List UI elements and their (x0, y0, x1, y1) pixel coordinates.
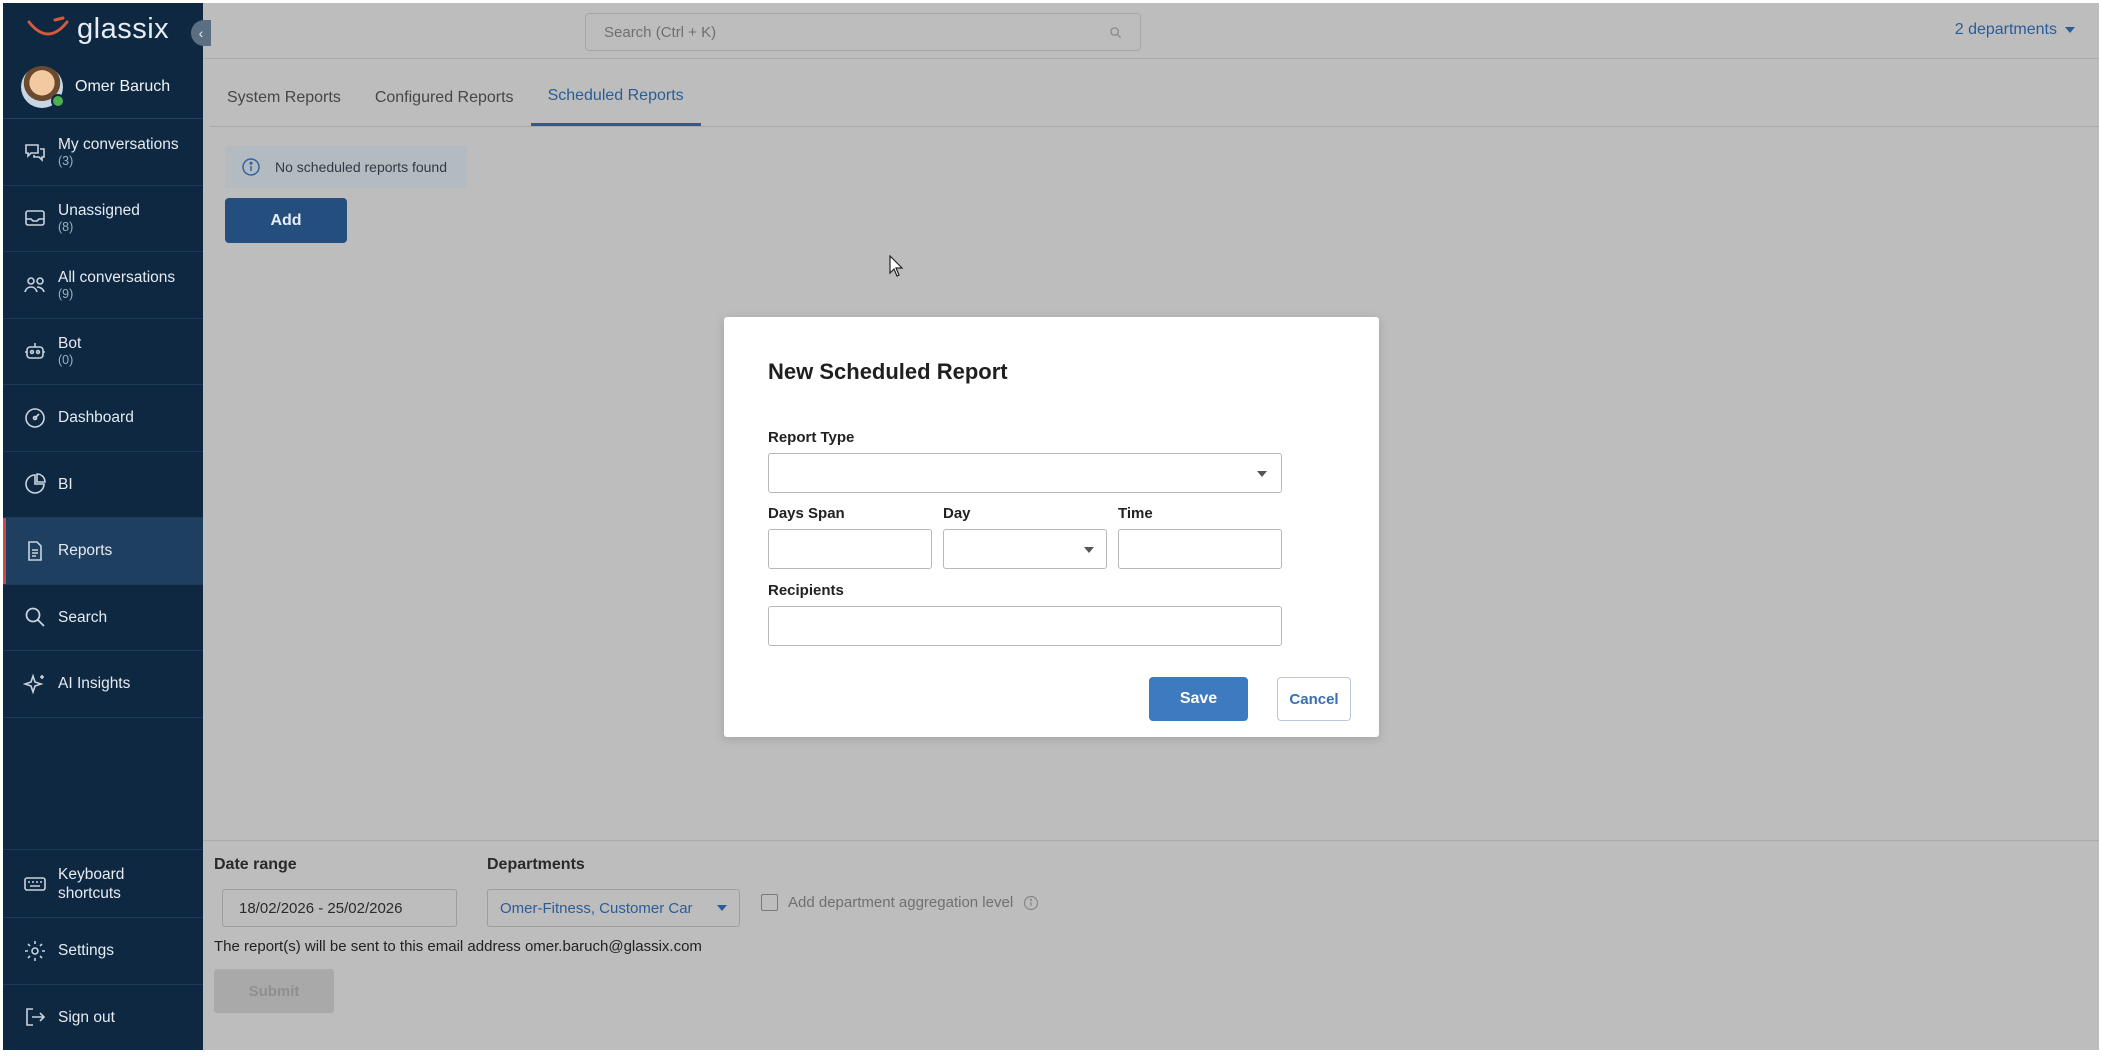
online-status-dot (51, 93, 65, 108)
departments-label: 2 departments (1954, 21, 2057, 38)
new-scheduled-report-dialog: New Scheduled Report Report Type Days Sp… (724, 317, 1379, 737)
sidebar-bottom: Keyboard shortcuts Settings Sign out (3, 849, 203, 1050)
cancel-button[interactable]: Cancel (1277, 677, 1351, 721)
report-tabs: System Reports Configured Reports Schedu… (210, 69, 2099, 127)
no-reports-notice: No scheduled reports found (225, 146, 467, 188)
sidebar: glassix ‹ Omer Baruch My conversations (… (3, 3, 211, 1050)
brand-name: glassix (77, 12, 170, 45)
departments-dropdown[interactable]: 2 departments (1955, 21, 2075, 39)
logo: glassix ‹ (3, 3, 211, 55)
search-icon (25, 607, 45, 627)
time-label: Time (1118, 505, 1153, 522)
search-placeholder: Search (Ctrl + K) (604, 23, 717, 41)
gauge-icon (25, 407, 45, 428)
sidebar-item-label: Keyboard shortcuts (58, 865, 125, 902)
caret-down-icon (2065, 27, 2075, 33)
sidebar-item-search[interactable]: Search (3, 585, 203, 651)
chat-bubbles-icon (25, 143, 45, 162)
global-search-input[interactable]: Search (Ctrl + K) (585, 13, 1141, 51)
sidebar-item-label: Dashboard (58, 409, 134, 427)
sidebar-item-bi[interactable]: BI (3, 452, 203, 518)
sidebar-item-label: AI Insights (58, 675, 131, 693)
tab-configured-reports[interactable]: Configured Reports (358, 69, 531, 126)
people-icon (24, 276, 45, 293)
tab-scheduled-reports[interactable]: Scheduled Reports (530, 69, 701, 126)
avatar (21, 65, 65, 108)
glassix-smile-icon (27, 16, 69, 36)
departments-select[interactable]: Omer-Fitness, Customer Car (487, 889, 740, 927)
date-range-input[interactable]: 18/02/2026 - 25/02/2026 (222, 889, 457, 927)
aggregation-checkbox[interactable] (761, 894, 778, 911)
sidebar-item-label: BI (58, 475, 73, 493)
sidebar-item-keyboard-shortcuts[interactable]: Keyboard shortcuts (3, 849, 203, 917)
info-icon (242, 158, 260, 176)
search-icon (1110, 26, 1122, 38)
tab-system-reports[interactable]: System Reports (210, 69, 358, 126)
departments-select-value: Omer-Fitness, Customer Car (500, 899, 693, 917)
caret-down-icon (1084, 547, 1094, 553)
email-note: The report(s) will be sent to this email… (214, 938, 702, 955)
sidebar-item-reports[interactable]: Reports (3, 518, 203, 585)
sidebar-item-label: Sign out (58, 1008, 115, 1026)
robot-icon (25, 343, 45, 360)
sidebar-item-label: Unassigned (58, 202, 140, 220)
report-filters: Date range 18/02/2026 - 25/02/2026 Depar… (203, 840, 2099, 1050)
sidebar-item-label: Search (58, 608, 108, 626)
sidebar-item-label: Bot (58, 335, 82, 353)
sidebar-item-sign-out[interactable]: Sign out (3, 983, 203, 1051)
notice-text: No scheduled reports found (275, 159, 447, 175)
keyboard-icon (24, 876, 46, 891)
caret-down-icon (717, 905, 727, 911)
sidebar-item-count: (8) (58, 220, 74, 235)
sidebar-item-bot[interactable]: Bot (0) (3, 319, 203, 385)
save-button[interactable]: Save (1149, 677, 1248, 721)
sidebar-item-label: My conversations (58, 135, 179, 153)
report-type-select[interactable] (768, 453, 1282, 493)
recipients-label: Recipients (768, 582, 844, 599)
day-select[interactable] (943, 529, 1107, 569)
top-bar: Search (Ctrl + K) 2 departments (203, 3, 2099, 59)
user-profile[interactable]: Omer Baruch (3, 55, 203, 119)
sidebar-item-label: Reports (58, 542, 113, 560)
aggregation-label: Add department aggregation level (788, 894, 1014, 911)
caret-down-icon (1257, 471, 1267, 477)
dialog-title: New Scheduled Report (768, 359, 1008, 384)
aggregation-option: Add department aggregation level (761, 894, 1039, 911)
sidebar-item-count: (9) (58, 286, 74, 301)
user-name: Omer Baruch (75, 77, 171, 95)
info-icon[interactable] (1023, 895, 1039, 911)
sidebar-item-settings[interactable]: Settings (3, 917, 203, 984)
sidebar-item-label: All conversations (58, 268, 176, 286)
gear-icon (25, 940, 45, 961)
recipients-input[interactable] (768, 606, 1282, 646)
sign-out-icon (26, 1008, 46, 1027)
date-range-label: Date range (214, 856, 297, 873)
sidebar-item-label: Settings (58, 942, 115, 960)
sidebar-item-unassigned[interactable]: Unassigned (8) (3, 186, 203, 252)
add-button[interactable]: Add (225, 198, 347, 243)
days-span-label: Days Span (768, 505, 845, 522)
pie-chart-icon (25, 473, 46, 495)
sparkle-icon (23, 673, 44, 695)
sidebar-item-count: (0) (58, 353, 74, 368)
sidebar-item-count: (3) (58, 153, 74, 168)
sidebar-item-ai-insights[interactable]: AI Insights (3, 651, 203, 718)
app-window: glassix ‹ Omer Baruch My conversations (… (3, 3, 2099, 1050)
sidebar-item-dashboard[interactable]: Dashboard (3, 385, 203, 452)
time-input[interactable] (1118, 529, 1282, 569)
departments-label: Departments (487, 856, 585, 873)
inbox-icon (25, 210, 45, 227)
sidebar-item-my-conversations[interactable]: My conversations (3) (3, 119, 203, 186)
sidebar-item-all-conversations[interactable]: All conversations (9) (3, 252, 203, 319)
day-label: Day (943, 505, 971, 522)
document-icon (28, 540, 42, 561)
days-span-input[interactable] (768, 529, 932, 569)
submit-button[interactable]: Submit (214, 969, 334, 1013)
report-type-label: Report Type (768, 429, 855, 446)
mouse-cursor-icon (889, 255, 904, 277)
